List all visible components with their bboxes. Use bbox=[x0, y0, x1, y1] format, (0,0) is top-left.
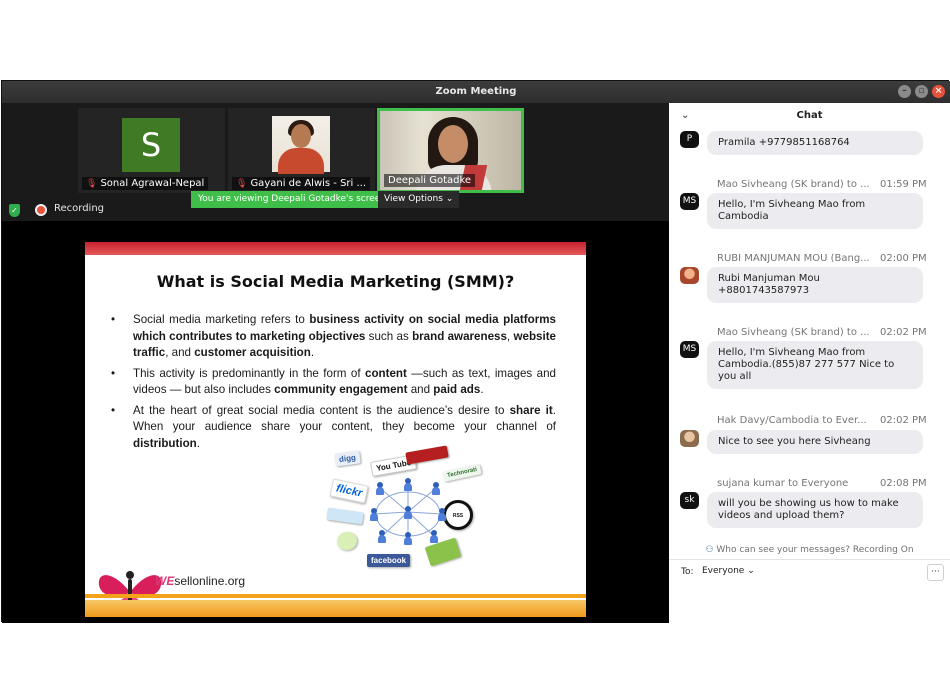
message-text: Pramila +9779851168764 bbox=[718, 137, 850, 148]
avatar: MS bbox=[680, 193, 699, 210]
avatar: sk bbox=[680, 492, 699, 509]
message-meta: RUBI MANJUMAN MOU (Bang... 02:00 PM bbox=[717, 253, 927, 264]
chevron-down-icon: ⌄ bbox=[747, 566, 755, 576]
participant-tile[interactable]: 🎙︎ Gayani de Alwis - Sri ... bbox=[228, 108, 375, 193]
participant-name-tag: 🎙︎ Sonal Agrawal-Nepal bbox=[82, 177, 209, 190]
security-shield-icon[interactable]: ✓ bbox=[9, 204, 20, 217]
privacy-note[interactable]: ⚇ Who can see your messages? Recording O… bbox=[669, 541, 950, 559]
recording-icon bbox=[35, 204, 47, 216]
avatar: S bbox=[122, 118, 180, 172]
chat-title: Chat bbox=[796, 110, 823, 121]
technorati-logo: Technorati bbox=[442, 464, 482, 482]
recipient-select[interactable]: Everyone ⌄ bbox=[697, 564, 760, 578]
message-text: Hello, I'm Sivheang Mao from Cambodia bbox=[718, 199, 866, 222]
participant-tile[interactable]: S 🎙︎ Sonal Agrawal-Nepal bbox=[78, 108, 225, 193]
chat-message: will you be showing us how to make video… bbox=[707, 492, 923, 528]
chat-message: Hello, I'm Sivheang Mao from Cambodia bbox=[707, 193, 923, 229]
message-sender: RUBI MANJUMAN MOU (Bang... bbox=[717, 253, 870, 264]
slide-bullet-list: Social media marketing refers to busines… bbox=[109, 312, 556, 456]
message-sender: Mao Sivheang (SK brand) to ... bbox=[717, 179, 870, 190]
chat-message: Nice to see you here Sivheang bbox=[707, 430, 923, 454]
avatar bbox=[680, 267, 699, 284]
participant-name: Sonal Agrawal-Nepal bbox=[100, 178, 205, 189]
slide-bullet: This activity is predominantly in the fo… bbox=[109, 366, 556, 399]
participant-name: Deepali Gotadke bbox=[388, 175, 472, 186]
participant-name: Gayani de Alwis - Sri ... bbox=[250, 178, 367, 189]
participant-strip: S 🎙︎ Sonal Agrawal-Nepal 🎙︎ Gayani de Al… bbox=[2, 103, 669, 208]
chat-message: Hello, I'm Sivheang Mao from Cambodia.(8… bbox=[707, 341, 923, 389]
message-sender: Hak Davy/Cambodia to Ever... bbox=[717, 415, 867, 426]
brand-url: WEsellonline.org bbox=[155, 574, 246, 588]
people-icon: ⚇ bbox=[705, 545, 714, 555]
avatar bbox=[680, 430, 699, 447]
digg-logo: digg bbox=[334, 450, 361, 467]
screen-share-area: What is Social Media Marketing (SMM)? So… bbox=[2, 221, 669, 623]
message-text: will you be showing us how to make video… bbox=[718, 498, 899, 521]
zoom-window: Zoom Meeting – ▫ × S 🎙︎ Sonal Agrawal-Ne… bbox=[1, 80, 950, 623]
avatar: MS bbox=[680, 341, 699, 358]
message-time: 02:02 PM bbox=[880, 327, 927, 338]
privacy-note-text: Who can see your messages? Recording On bbox=[716, 545, 914, 555]
participant-name-tag: 🎙︎ Gayani de Alwis - Sri ... bbox=[232, 177, 371, 190]
more-options-button[interactable]: ··· bbox=[927, 564, 944, 581]
social-media-graphic: digg You Tube Technorati flickr RSS face… bbox=[323, 445, 493, 576]
to-label: To: bbox=[681, 567, 694, 577]
facebook-logo: facebook bbox=[367, 554, 411, 567]
message-time: 02:00 PM bbox=[880, 253, 927, 264]
slide-header-bar bbox=[85, 242, 586, 255]
slide-footer-bar bbox=[85, 600, 586, 617]
message-time: 02:02 PM bbox=[880, 415, 927, 426]
chat-recipient-row: To: Everyone ⌄ ··· bbox=[669, 559, 950, 585]
chat-header: ⌄ Chat bbox=[669, 103, 950, 129]
flickr-logo: flickr bbox=[329, 478, 369, 504]
green-round-logo bbox=[336, 531, 358, 551]
mic-muted-icon: 🎙︎ bbox=[236, 178, 248, 189]
message-meta: Mao Sivheang (SK brand) to ... 02:02 PM bbox=[717, 327, 927, 338]
slide-bullet: Social media marketing refers to busines… bbox=[109, 312, 556, 362]
message-sender: Mao Sivheang (SK brand) to ... bbox=[717, 327, 870, 338]
message-text: Nice to see you here Sivheang bbox=[718, 436, 871, 447]
recording-label: Recording bbox=[54, 203, 105, 214]
message-meta: Hak Davy/Cambodia to Ever... 02:02 PM bbox=[717, 415, 927, 426]
window-controls: – ▫ × bbox=[898, 85, 945, 98]
window-title: Zoom Meeting bbox=[435, 86, 517, 97]
meeting-area: S 🎙︎ Sonal Agrawal-Nepal 🎙︎ Gayani de Al… bbox=[2, 103, 669, 623]
chat-message-list[interactable]: P Pramila +9779851168764 Mao Sivheang (S… bbox=[669, 129, 950, 541]
close-button[interactable]: × bbox=[932, 85, 945, 98]
message-meta: sujana kumar to Everyone 02:08 PM bbox=[717, 478, 927, 489]
slide-bullet: At the heart of great social media conte… bbox=[109, 403, 556, 453]
slide-footer-line bbox=[85, 594, 586, 598]
message-text: Rubi Manjuman Mou +8801743587973 bbox=[718, 273, 820, 296]
chevron-down-icon[interactable]: ⌄ bbox=[681, 103, 689, 129]
participant-name-tag: Deepali Gotadke bbox=[384, 174, 476, 187]
meeting-status-bar: ✓ Recording bbox=[2, 201, 669, 223]
blue-logo-chip bbox=[326, 507, 364, 525]
message-meta: Mao Sivheang (SK brand) to ... 01:59 PM bbox=[717, 179, 927, 190]
maximize-button[interactable]: ▫ bbox=[915, 85, 928, 98]
shared-slide: What is Social Media Marketing (SMM)? So… bbox=[85, 242, 586, 617]
chat-message: Rubi Manjuman Mou +8801743587973 bbox=[707, 267, 923, 303]
social-network-icon bbox=[368, 478, 448, 545]
message-time: 01:59 PM bbox=[880, 179, 927, 190]
minimize-button[interactable]: – bbox=[898, 85, 911, 98]
message-sender: sujana kumar to Everyone bbox=[717, 478, 849, 489]
chat-panel: ⌄ Chat P Pramila +9779851168764 Mao Sivh… bbox=[669, 103, 950, 623]
participant-photo bbox=[272, 116, 330, 174]
title-bar: Zoom Meeting – ▫ × bbox=[2, 81, 950, 103]
avatar: P bbox=[680, 131, 699, 148]
slide-title: What is Social Media Marketing (SMM)? bbox=[156, 272, 515, 291]
chat-message: Pramila +9779851168764 bbox=[707, 131, 923, 155]
participant-tile-active-speaker[interactable]: Deepali Gotadke bbox=[377, 108, 524, 193]
message-time: 02:08 PM bbox=[880, 478, 927, 489]
message-text: Hello, I'm Sivheang Mao from Cambodia.(8… bbox=[718, 347, 895, 382]
mic-muted-icon: 🎙︎ bbox=[86, 178, 98, 189]
